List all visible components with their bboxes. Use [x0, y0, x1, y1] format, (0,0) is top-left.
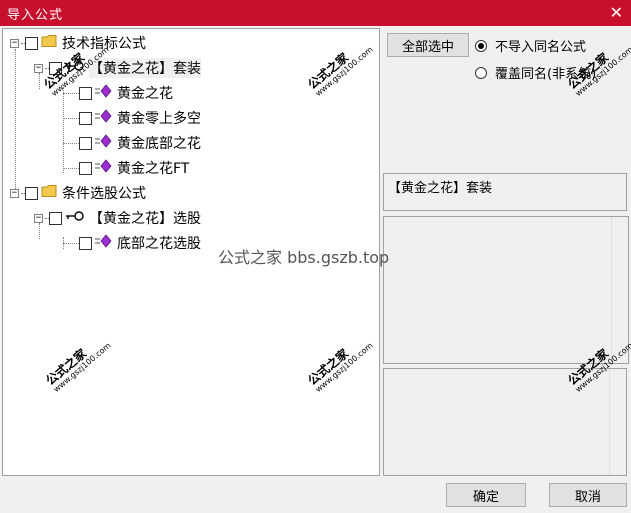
formula-icon: [95, 234, 113, 252]
checkbox[interactable]: [79, 236, 92, 250]
tree-leaf-formula[interactable]: 黄金之花: [79, 82, 173, 104]
close-icon[interactable]: ✕: [610, 5, 623, 21]
title-bar: 导入公式 ✕: [0, 0, 631, 26]
checkbox[interactable]: [79, 161, 92, 175]
tree-node-label: 黄金零上多空: [117, 111, 201, 127]
tree-node-label: 【黄金之花】套装: [89, 58, 201, 78]
tree-node-label: 黄金底部之花: [117, 136, 201, 152]
tree-node-label: 底部之花选股: [117, 236, 201, 252]
collapse-icon[interactable]: −: [10, 188, 19, 198]
folder-icon: [41, 184, 58, 202]
collapse-icon[interactable]: −: [10, 38, 19, 48]
checkbox[interactable]: [25, 186, 38, 200]
tree-node-label: 黄金之花FT: [117, 161, 190, 177]
tree-line: [63, 243, 79, 244]
radio-overwrite-duplicates[interactable]: 覆盖同名(非系统): [475, 63, 596, 82]
radio-button[interactable]: [475, 39, 487, 52]
tree-line: [63, 93, 79, 94]
tree-leaf-formula[interactable]: 黄金底部之花: [79, 132, 201, 154]
formula-icon: [95, 109, 113, 127]
tree-node-label: 技术指标公式: [62, 36, 146, 52]
select-all-button[interactable]: 全部选中: [387, 33, 469, 57]
checkbox[interactable]: [79, 111, 92, 125]
tree-line: [63, 143, 79, 144]
formula-icon: [95, 134, 113, 152]
tree-leaf-formula[interactable]: 黄金零上多空: [79, 107, 201, 129]
tree-leaf-formula[interactable]: 底部之花选股: [79, 232, 201, 254]
tree-node-screening-suite[interactable]: − 【黄金之花】选股: [34, 207, 201, 229]
selected-formula-name: 【黄金之花】套装: [383, 173, 627, 211]
vertical-scrollbar[interactable]: [611, 217, 628, 363]
checkbox[interactable]: [49, 61, 62, 75]
import-options: 全部选中 不导入同名公式 覆盖同名(非系统): [383, 28, 629, 168]
tree-line: [63, 168, 79, 169]
checkbox[interactable]: [79, 86, 92, 100]
radio-skip-duplicates[interactable]: 不导入同名公式: [475, 36, 586, 55]
radio-button[interactable]: [475, 66, 487, 79]
tree-line: [63, 87, 64, 173]
selected-name-text: 【黄金之花】套装: [388, 181, 493, 196]
window-title: 导入公式: [7, 7, 64, 23]
tree-node-label: 黄金之花: [117, 86, 173, 102]
collapse-icon[interactable]: −: [34, 63, 43, 73]
formula-tree[interactable]: − 技术指标公式 − 【黄金之花】套装 黄金之花 黄金零上多空 黄金底部之花 黄…: [2, 28, 380, 476]
folder-icon: [41, 34, 58, 52]
collapse-icon[interactable]: −: [34, 213, 43, 223]
tree-node-label: 条件选股公式: [62, 186, 146, 202]
cancel-button[interactable]: 取消: [549, 483, 627, 507]
radio-label: 覆盖同名(非系统): [495, 67, 597, 82]
vertical-scrollbar[interactable]: [609, 369, 626, 475]
tree-line: [15, 49, 16, 197]
tree-node-indicator-group[interactable]: − 技术指标公式: [10, 32, 146, 54]
key-icon: [65, 60, 85, 76]
checkbox[interactable]: [49, 211, 62, 225]
formula-details[interactable]: [383, 368, 627, 476]
formula-icon: [95, 84, 113, 102]
checkbox[interactable]: [79, 136, 92, 150]
formula-description[interactable]: [383, 216, 629, 364]
checkbox[interactable]: [25, 36, 38, 50]
tree-line: [63, 118, 79, 119]
tree-node-label: 【黄金之花】选股: [89, 211, 201, 227]
tree-leaf-formula[interactable]: 黄金之花FT: [79, 157, 189, 179]
formula-icon: [95, 159, 113, 177]
key-icon: [65, 210, 85, 226]
tree-node-screening-group[interactable]: − 条件选股公式: [10, 182, 146, 204]
tree-node-suite[interactable]: − 【黄金之花】套装: [34, 57, 201, 79]
radio-label: 不导入同名公式: [495, 40, 587, 55]
ok-button[interactable]: 确定: [446, 483, 526, 507]
